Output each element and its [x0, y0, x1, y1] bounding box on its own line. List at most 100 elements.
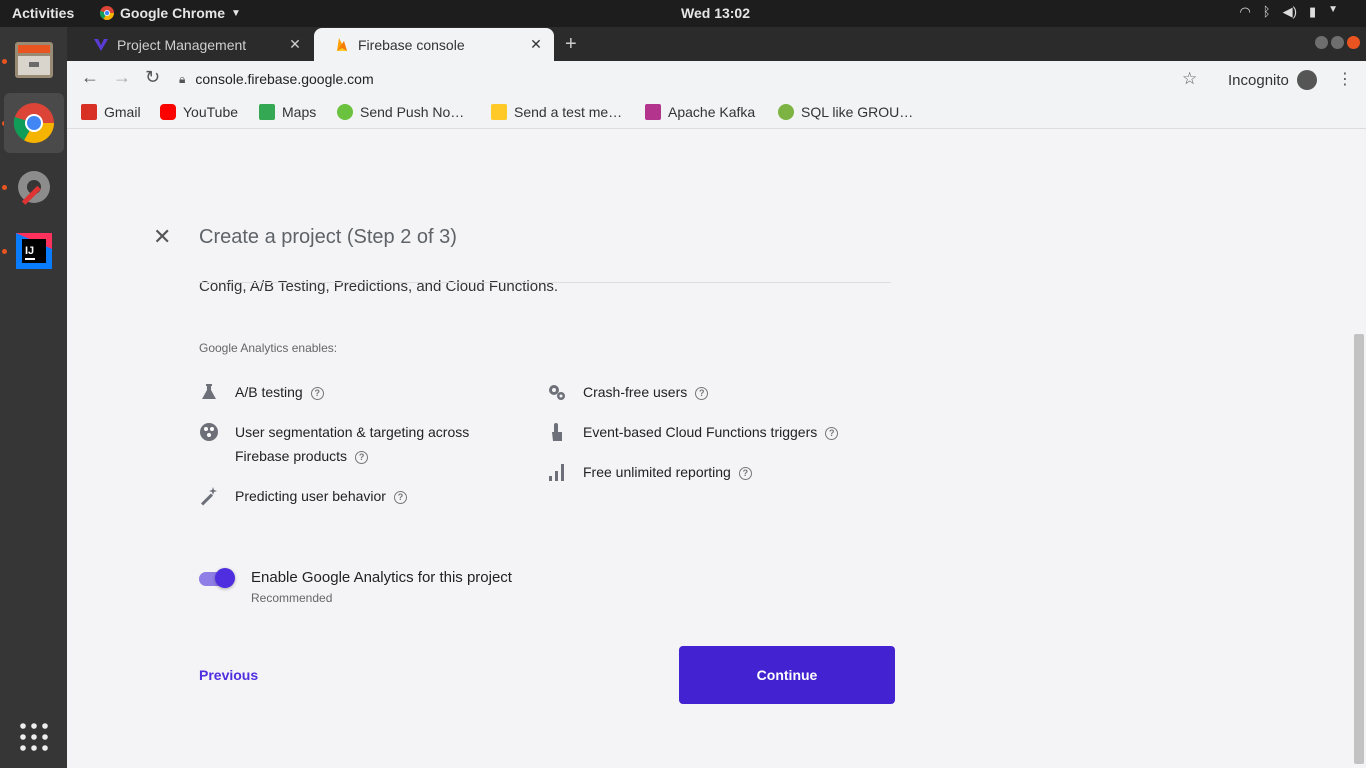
help-icon[interactable]: ? [738, 466, 752, 480]
system-top-bar: Activities Google Chrome ▼ Wed 13:02 ◠ ᛒ… [0, 0, 1366, 27]
sql-icon [778, 104, 794, 120]
feature-label: Free unlimited reporting [583, 464, 731, 480]
svg-text:IJ: IJ [25, 245, 34, 257]
bookmark-gmail[interactable]: Gmail [81, 104, 141, 120]
firebase-page: ✕ Create a project (Step 2 of 3) Config,… [67, 130, 1352, 768]
feature-label: Event-based Cloud Functions triggers [583, 424, 818, 440]
minimize-button[interactable] [1315, 36, 1328, 49]
close-icon[interactable]: ✕ [285, 36, 305, 53]
feature-user-segmentation: User segmentation & targeting across Fir… [199, 420, 469, 468]
firebase-icon [491, 104, 507, 120]
continue-button[interactable]: Continue [679, 646, 895, 704]
feature-cloud-functions: Event-based Cloud Functions triggers? [547, 420, 839, 444]
bookmark-label: Gmail [104, 104, 141, 120]
enables-label: Google Analytics enables: [199, 341, 338, 355]
help-icon[interactable]: ? [310, 386, 324, 400]
description-text: Config, A/B Testing, Predictions, and Cl… [199, 278, 559, 295]
gears-icon [547, 382, 567, 402]
dock: IJ [0, 27, 67, 768]
forward-icon[interactable]: → [113, 67, 131, 88]
bookmark-label: Send Push No… [360, 104, 465, 120]
maximize-button[interactable] [1331, 36, 1344, 49]
scrollbar-thumb[interactable] [1354, 334, 1364, 764]
help-icon[interactable]: ? [825, 426, 839, 440]
youtube-icon [160, 104, 176, 120]
close-icon[interactable]: ✕ [526, 36, 546, 53]
kafka-feather-icon [645, 104, 661, 120]
gmail-icon [81, 104, 97, 120]
reload-icon[interactable]: ↻ [145, 67, 160, 88]
feature-ab-testing: A/B testing? [199, 380, 324, 404]
address-bar[interactable]: 🔒︎ console.firebase.google.com [179, 65, 1209, 93]
battery-icon: ▮ [1308, 4, 1317, 19]
feature-label-line2: Firebase products [235, 448, 348, 464]
feature-free-reporting: Free unlimited reporting? [547, 460, 752, 484]
feature-predicting: Predicting user behavior? [199, 484, 407, 508]
toggle-label: Enable Google Analytics for this project [251, 569, 512, 586]
bookmark-apache-kafka[interactable]: Apache Kafka [645, 104, 755, 120]
feature-label: Crash-free users [583, 384, 688, 400]
bookmark-youtube[interactable]: YouTube [160, 104, 238, 120]
chrome-dock-icon[interactable] [4, 93, 64, 153]
chevron-down-icon: ▼ [1328, 4, 1338, 15]
browser-toolbar: ← → ↻ 🔒︎ console.firebase.google.com ☆ I… [67, 61, 1366, 96]
incognito-label: Incognito [1228, 71, 1289, 89]
clock[interactable]: Wed 13:02 [681, 5, 750, 21]
window-controls [1315, 36, 1360, 49]
feature-label: A/B testing [235, 384, 303, 400]
bookmark-star-icon[interactable]: ☆ [1182, 69, 1197, 89]
close-icon[interactable]: ✕ [153, 224, 171, 250]
show-applications-icon[interactable] [4, 707, 64, 767]
intellij-icon[interactable]: IJ [4, 221, 64, 281]
tab-project-management[interactable]: Project Management ✕ [73, 28, 313, 61]
bookmark-maps[interactable]: Maps [259, 104, 316, 120]
bluetooth-icon: ᛒ [1262, 4, 1271, 19]
toggle-knob [215, 568, 235, 588]
tab-firebase-console[interactable]: Firebase console ✕ [314, 28, 554, 61]
bookmark-send-push[interactable]: Send Push No… [337, 104, 464, 120]
page-title: Create a project (Step 2 of 3) [199, 226, 457, 248]
toggle-sublabel: Recommended [251, 591, 333, 605]
app-menu[interactable]: Google Chrome ▼ [100, 5, 241, 21]
system-tray[interactable]: ◠ ᛒ ◀) ▮ ▼ [1239, 4, 1338, 20]
tab-title: Project Management [117, 36, 247, 53]
files-icon[interactable] [4, 29, 64, 89]
bookmark-sql-group[interactable]: SQL like GROU… [778, 104, 913, 120]
incognito-icon [1296, 70, 1317, 90]
analytics-toggle[interactable] [199, 568, 235, 588]
lock-icon: 🔒︎ [179, 71, 186, 86]
back-icon[interactable]: ← [81, 67, 99, 88]
chrome-icon [100, 6, 114, 20]
bookmark-label: SQL like GROU… [801, 104, 914, 120]
tab-title: Firebase console [358, 36, 465, 53]
android-icon [337, 104, 353, 120]
help-icon[interactable]: ? [393, 490, 407, 504]
page-scrollbar[interactable] [1352, 130, 1366, 768]
feature-label: User segmentation & targeting across [235, 424, 470, 440]
close-window-button[interactable] [1347, 36, 1360, 49]
help-icon[interactable]: ? [695, 386, 709, 400]
project-favicon-icon [94, 38, 108, 51]
feature-crash-free: Crash-free users? [547, 380, 709, 404]
settings-tools-icon[interactable] [4, 157, 64, 217]
firebase-favicon-icon [337, 37, 347, 51]
app-menu-label: Google Chrome [120, 5, 226, 21]
bookmark-send-test[interactable]: Send a test me… [491, 104, 622, 120]
wifi-icon: ◠ [1239, 4, 1251, 19]
magic-wand-icon [199, 486, 219, 506]
help-icon[interactable]: ? [355, 450, 369, 464]
bookmarks-bar: Gmail YouTube Maps Send Push No… Send a … [67, 96, 1366, 129]
bookmark-label: Maps [282, 104, 317, 120]
activities-button[interactable]: Activities [12, 5, 74, 21]
segments-icon [199, 422, 219, 442]
chevron-down-icon: ▼ [231, 7, 241, 19]
touch-icon [547, 422, 567, 442]
bookmark-label: Apache Kafka [668, 104, 756, 120]
new-tab-button[interactable]: + [565, 33, 577, 56]
bar-chart-icon [547, 462, 567, 482]
previous-button[interactable]: Previous [199, 667, 258, 683]
tab-strip: Project Management ✕ Firebase console ✕ … [67, 27, 1366, 61]
bookmark-label: Send a test me… [514, 104, 623, 120]
menu-kebab-icon[interactable]: ⋮ [1337, 69, 1353, 89]
incognito-indicator[interactable]: Incognito [1228, 70, 1317, 90]
